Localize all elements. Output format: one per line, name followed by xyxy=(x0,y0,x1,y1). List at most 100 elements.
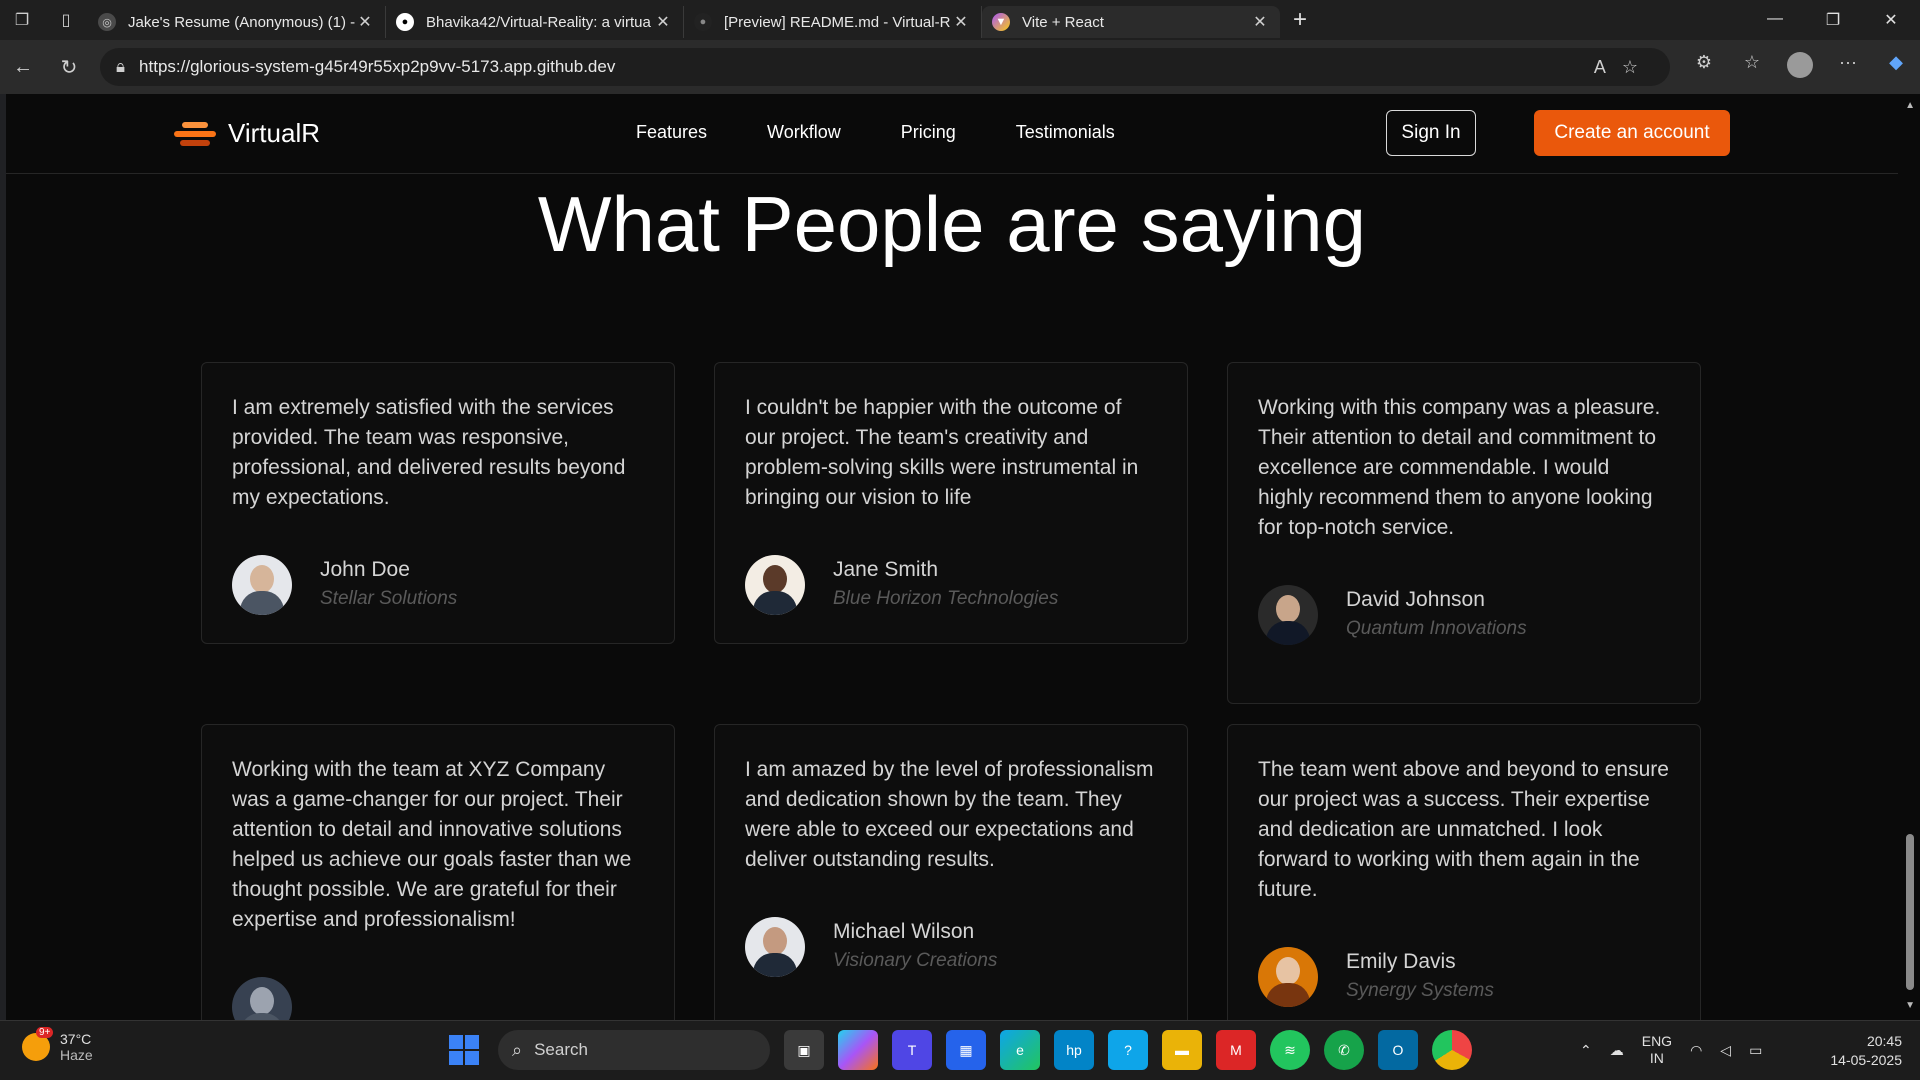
testimonial-card: Working with this company was a pleasure… xyxy=(1227,362,1701,704)
scroll-thumb[interactable] xyxy=(1906,834,1914,990)
new-tab-button[interactable]: + xyxy=(1280,6,1320,34)
sign-in-button[interactable]: Sign In xyxy=(1386,110,1476,156)
close-icon[interactable]: ✕ xyxy=(1250,12,1270,32)
windows-taskbar: 9+ 37°C Haze ⌕ Search ▣ T ▦ e hp ? ▬ M ≋… xyxy=(0,1020,1920,1080)
nav-link-workflow[interactable]: Workflow xyxy=(767,122,841,143)
testimonial-text: I am amazed by the level of professional… xyxy=(745,758,1154,871)
testimonial-text: The team went above and beyond to ensure… xyxy=(1258,758,1669,901)
browser-tab[interactable]: ● Bhavika42/Virtual-Reality: a virtua ✕ xyxy=(386,6,684,38)
nav-link-pricing[interactable]: Pricing xyxy=(901,122,956,143)
testimonial-card: Working with the team at XYZ Company was… xyxy=(201,724,675,1020)
brand-name: VirtualR xyxy=(228,118,321,148)
myhp-icon[interactable]: hp xyxy=(1054,1030,1094,1070)
browser-tab-active[interactable]: ▼ Vite + React ✕ xyxy=(982,6,1280,38)
battery-icon[interactable]: ▭ xyxy=(1749,1042,1762,1059)
avatar xyxy=(1258,585,1318,645)
weather-condition: Haze xyxy=(60,1047,93,1063)
more-menu-icon[interactable]: ··· xyxy=(1824,52,1872,83)
chrome-icon[interactable] xyxy=(1432,1030,1472,1070)
scroll-up-icon[interactable]: ▲ xyxy=(1905,100,1915,111)
brand-logo[interactable]: VirtualR xyxy=(174,118,320,149)
spotify-icon[interactable]: ≋ xyxy=(1270,1030,1310,1070)
scroll-down-icon[interactable]: ▼ xyxy=(1905,1000,1915,1011)
testimonial-card: The team went above and beyond to ensure… xyxy=(1227,724,1701,1020)
url-field[interactable]: 🔒︎ https://glorious-system-g45r49r55xp2p… xyxy=(100,48,1670,86)
person-company: Quantum Innovations xyxy=(1346,618,1527,639)
github-icon: ● xyxy=(694,13,712,31)
tab-title: Bhavika42/Virtual-Reality: a virtua xyxy=(426,13,651,31)
system-clock[interactable]: 20:45 14-05-2025 xyxy=(1818,1032,1902,1070)
refresh-icon[interactable]: ↻ xyxy=(46,55,92,80)
create-account-button[interactable]: Create an account xyxy=(1534,110,1730,156)
read-aloud-icon[interactable]: A xyxy=(1594,57,1622,77)
page-viewport: VirtualR Features Workflow Pricing Testi… xyxy=(6,94,1898,1020)
nav-link-testimonials[interactable]: Testimonials xyxy=(1016,122,1115,143)
notification-badge: 9+ xyxy=(36,1027,54,1038)
browser-tab-bar: ❐ ▯ ◎ Jake's Resume (Anonymous) (1) - ✕ … xyxy=(0,0,1920,40)
vite-icon: ▼ xyxy=(992,13,1010,31)
browser-tab[interactable]: ◎ Jake's Resume (Anonymous) (1) - ✕ xyxy=(88,6,386,38)
favorite-star-icon[interactable]: ☆ xyxy=(1622,57,1654,77)
onedrive-icon[interactable]: ☁ xyxy=(1610,1042,1624,1059)
chevron-up-icon[interactable]: ⌃ xyxy=(1580,1042,1592,1059)
overleaf-icon: ◎ xyxy=(98,13,116,31)
mcafee-icon[interactable]: M xyxy=(1216,1030,1256,1070)
site-navbar: VirtualR Features Workflow Pricing Testi… xyxy=(6,94,1898,174)
search-label: Search xyxy=(534,1040,588,1059)
back-icon[interactable]: ← xyxy=(0,56,46,79)
nav-link-features[interactable]: Features xyxy=(636,122,707,143)
store-icon[interactable]: ▦ xyxy=(946,1030,986,1070)
lang-code: ENG xyxy=(1641,1033,1673,1049)
lock-icon[interactable]: 🔒︎ xyxy=(116,57,125,77)
extensions-icon[interactable]: ⚙ xyxy=(1680,52,1728,83)
language-indicator[interactable]: ENG IN xyxy=(1642,1033,1672,1067)
window-close-icon[interactable]: ✕ xyxy=(1862,10,1920,30)
person-name: Jane Smith xyxy=(833,558,939,581)
whatsapp-icon[interactable]: ✆ xyxy=(1324,1030,1364,1070)
testimonial-text: Working with this company was a pleasure… xyxy=(1258,396,1661,539)
start-button[interactable] xyxy=(444,1030,484,1070)
logo-icon xyxy=(174,120,216,148)
outlook-icon[interactable]: O xyxy=(1378,1030,1418,1070)
workspaces-icon[interactable]: ❐ xyxy=(0,0,44,40)
edge-icon[interactable]: e xyxy=(1000,1030,1040,1070)
testimonial-card: I am extremely satisfied with the servic… xyxy=(201,362,675,644)
close-icon[interactable]: ✕ xyxy=(653,12,673,32)
volume-icon[interactable]: ◁ xyxy=(1720,1042,1731,1059)
person-company: Blue Horizon Technologies xyxy=(833,588,1059,609)
browser-tab[interactable]: ● [Preview] README.md - Virtual-R ✕ xyxy=(684,6,982,38)
minimize-icon[interactable]: — xyxy=(1746,10,1804,30)
testimonial-text: I couldn't be happier with the outcome o… xyxy=(745,396,1139,509)
close-icon[interactable]: ✕ xyxy=(355,12,375,32)
avatar xyxy=(1258,947,1318,1007)
search-icon: ⌕ xyxy=(512,1039,523,1060)
profile-icon[interactable] xyxy=(1776,51,1824,83)
avatar xyxy=(232,555,292,615)
copilot-icon[interactable]: ◆ xyxy=(1872,52,1920,83)
wifi-icon[interactable]: ◠ xyxy=(1690,1042,1702,1059)
vertical-tabs-icon[interactable]: ▯ xyxy=(44,0,88,40)
person-name: Michael Wilson xyxy=(833,920,975,943)
file-explorer-icon[interactable]: ▬ xyxy=(1162,1030,1202,1070)
tab-title: Vite + React xyxy=(1022,13,1104,31)
temperature: 37°C xyxy=(60,1031,92,1047)
task-view-icon[interactable]: ▣ xyxy=(784,1030,824,1070)
person-company: Synergy Systems xyxy=(1346,980,1494,1001)
testimonial-card: I am amazed by the level of professional… xyxy=(714,724,1188,1020)
close-icon[interactable]: ✕ xyxy=(951,12,971,32)
testimonial-text: I am extremely satisfied with the servic… xyxy=(232,396,626,509)
page-scrollbar[interactable]: ▲ ▼ xyxy=(1898,94,1920,1020)
tab-title: [Preview] README.md - Virtual-R xyxy=(724,13,951,31)
teams-icon[interactable]: T xyxy=(892,1030,932,1070)
favorites-icon[interactable]: ☆ xyxy=(1728,52,1776,83)
testimonial-card: I couldn't be happier with the outcome o… xyxy=(714,362,1188,644)
taskbar-search[interactable]: ⌕ Search xyxy=(498,1030,770,1070)
tab-title: Jake's Resume (Anonymous) (1) - xyxy=(128,13,355,31)
copilot-app-icon[interactable] xyxy=(838,1030,878,1070)
weather-widget[interactable]: 9+ 37°C Haze xyxy=(22,1027,93,1063)
avatar xyxy=(745,917,805,977)
clock-date: 14-05-2025 xyxy=(1830,1052,1902,1068)
person-company: Stellar Solutions xyxy=(320,588,458,609)
help-icon[interactable]: ? xyxy=(1108,1030,1148,1070)
restore-icon[interactable]: ❐ xyxy=(1804,10,1862,30)
